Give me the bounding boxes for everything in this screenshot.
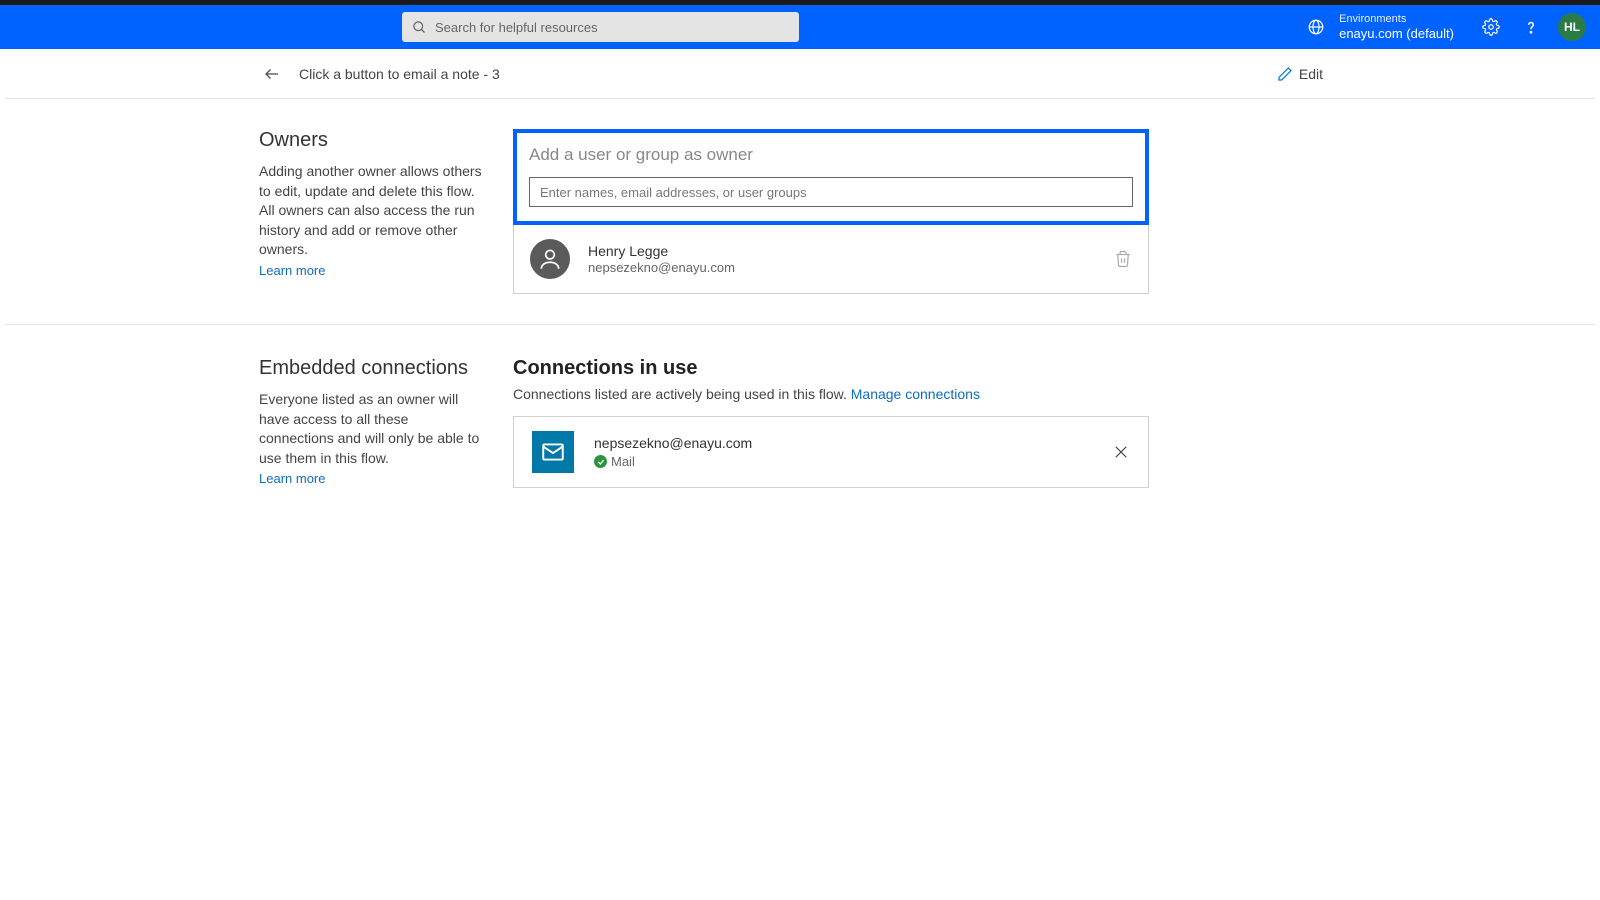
embedded-connections-description: Everyone listed as an owner will have ac…	[259, 390, 483, 468]
owner-row: Henry Legge nepsezekno@enayu.com	[513, 225, 1149, 294]
connection-row: nepsezekno@enayu.com Mail	[513, 416, 1149, 488]
close-icon	[1112, 443, 1130, 461]
search-input[interactable]	[435, 20, 789, 35]
sub-header: Click a button to email a note - 3 Edit	[5, 49, 1595, 99]
add-owner-title: Add a user or group as owner	[529, 145, 1133, 165]
environment-selector[interactable]: Environments enayu.com (default)	[1339, 13, 1454, 42]
owners-description: Adding another owner allows others to ed…	[259, 162, 483, 260]
environment-label: Environments	[1339, 13, 1454, 26]
top-nav: Environments enayu.com (default) HL	[0, 5, 1600, 49]
user-avatar[interactable]: HL	[1558, 13, 1586, 41]
embedded-connections-heading: Embedded connections	[259, 357, 483, 380]
owner-name: Henry Legge	[588, 243, 1096, 259]
person-icon	[530, 239, 570, 279]
environment-icon[interactable]	[1307, 18, 1325, 36]
search-icon	[412, 20, 427, 35]
remove-connection-button[interactable]	[1112, 443, 1130, 461]
connection-email: nepsezekno@enayu.com	[594, 435, 1092, 451]
connections-learn-more-link[interactable]: Learn more	[259, 471, 325, 486]
environment-name: enayu.com (default)	[1339, 26, 1454, 42]
add-owner-panel: Add a user or group as owner	[513, 129, 1149, 225]
add-owner-input[interactable]	[529, 177, 1133, 207]
owner-email: nepsezekno@enayu.com	[588, 260, 1096, 275]
owners-heading: Owners	[259, 129, 483, 152]
help-icon[interactable]	[1518, 14, 1544, 40]
search-box[interactable]	[402, 12, 799, 42]
settings-icon[interactable]	[1478, 14, 1504, 40]
connection-type: Mail	[611, 454, 635, 469]
connections-in-use-heading: Connections in use	[513, 357, 1149, 380]
trash-icon	[1114, 250, 1132, 268]
edit-button[interactable]: Edit	[1277, 66, 1323, 82]
check-icon	[594, 455, 607, 468]
pencil-icon	[1277, 66, 1293, 82]
delete-owner-button[interactable]	[1114, 250, 1132, 268]
manage-connections-link[interactable]: Manage connections	[851, 386, 980, 402]
mail-connector-icon	[532, 431, 574, 473]
page-title: Click a button to email a note - 3	[299, 66, 1277, 82]
back-button[interactable]	[263, 65, 281, 83]
edit-label: Edit	[1299, 66, 1323, 82]
connections-subtext: Connections listed are actively being us…	[513, 386, 1149, 402]
owners-learn-more-link[interactable]: Learn more	[259, 263, 325, 278]
